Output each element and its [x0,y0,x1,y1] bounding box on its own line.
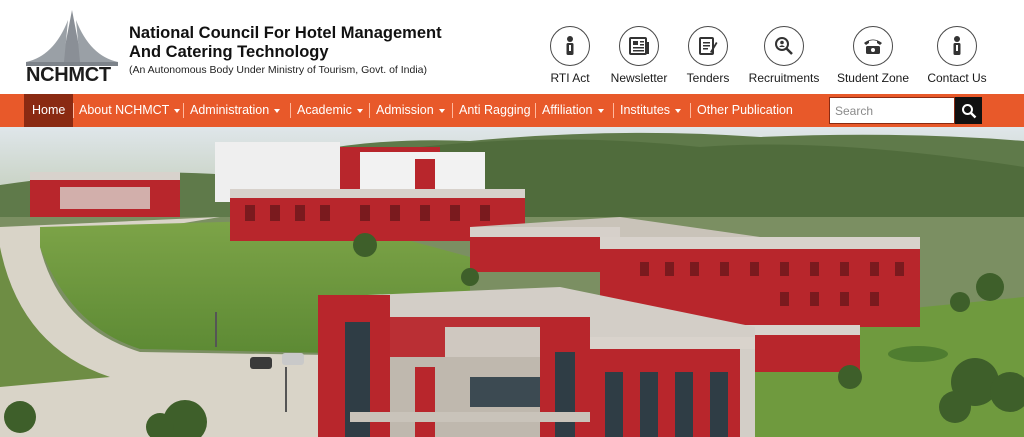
organization-subtitle: (An Autonomous Body Under Ministry of To… [129,64,428,76]
search-icon [961,103,976,118]
nav-item-affiliation[interactable]: Affiliation [542,94,604,127]
nav-label: Academic [297,103,352,117]
chevron-down-icon [274,108,281,113]
nav-divider [183,103,184,118]
telephone-icon [853,26,893,66]
nav-divider [690,103,691,118]
nav-divider [290,103,291,118]
search-input[interactable] [829,97,955,124]
logo-wordmark: NCHMCT [26,64,111,86]
nav-divider [369,103,370,118]
chevron-down-icon [675,108,682,113]
chevron-down-icon [597,108,604,113]
chevron-down-icon [174,108,181,113]
campus-hero-image [0,127,1024,437]
organization-title-line1: National Council For Hotel Management [129,24,442,42]
nav-item-admission[interactable]: Admission [376,94,445,127]
chevron-down-icon [356,108,363,113]
organization-title-line2: And Catering Technology [129,43,329,61]
nav-divider [535,103,536,118]
quick-link-label: Recruitments [748,71,820,85]
nav-item-home[interactable]: Home [24,94,74,127]
quick-link-contact-us[interactable]: Contact Us [907,26,1007,85]
quick-link-recruitments[interactable]: Recruitments [734,26,834,85]
search-person-icon [764,26,804,66]
nav-divider [73,103,74,118]
nav-item-about-nchmct[interactable]: About NCHMCT [79,94,181,127]
nav-divider [613,103,614,118]
organization-title: National Council For Hotel Management An… [129,24,469,62]
nav-label: Administration [190,103,270,117]
nav-item-administration[interactable]: Administration [190,94,281,127]
nav-label: Anti Ragging [459,103,531,117]
campus-aerial-illustration [0,127,1024,437]
nav-divider [452,103,453,118]
nav-label: About NCHMCT [79,103,170,117]
nav-label: Home [32,103,66,117]
nav-label: Institutes [620,103,671,117]
info-person-icon [937,26,977,66]
nav-item-other-publication[interactable]: Other Publication [697,94,793,127]
newspaper-icon [619,26,659,66]
nav-item-academic[interactable]: Academic [297,94,363,127]
document-pen-icon [688,26,728,66]
nav-item-anti-ragging[interactable]: Anti Ragging [459,94,531,127]
chevron-down-icon [438,108,445,113]
info-person-icon [550,26,590,66]
nav-label: Affiliation [542,103,593,117]
site-header: NCHMCT National Council For Hotel Manage… [0,0,1024,94]
search-button[interactable] [955,97,982,124]
nav-label: Admission [376,103,434,117]
nav-item-institutes[interactable]: Institutes [620,94,682,127]
quick-link-label: Contact Us [927,71,987,85]
nav-label: Other Publication [697,103,793,117]
